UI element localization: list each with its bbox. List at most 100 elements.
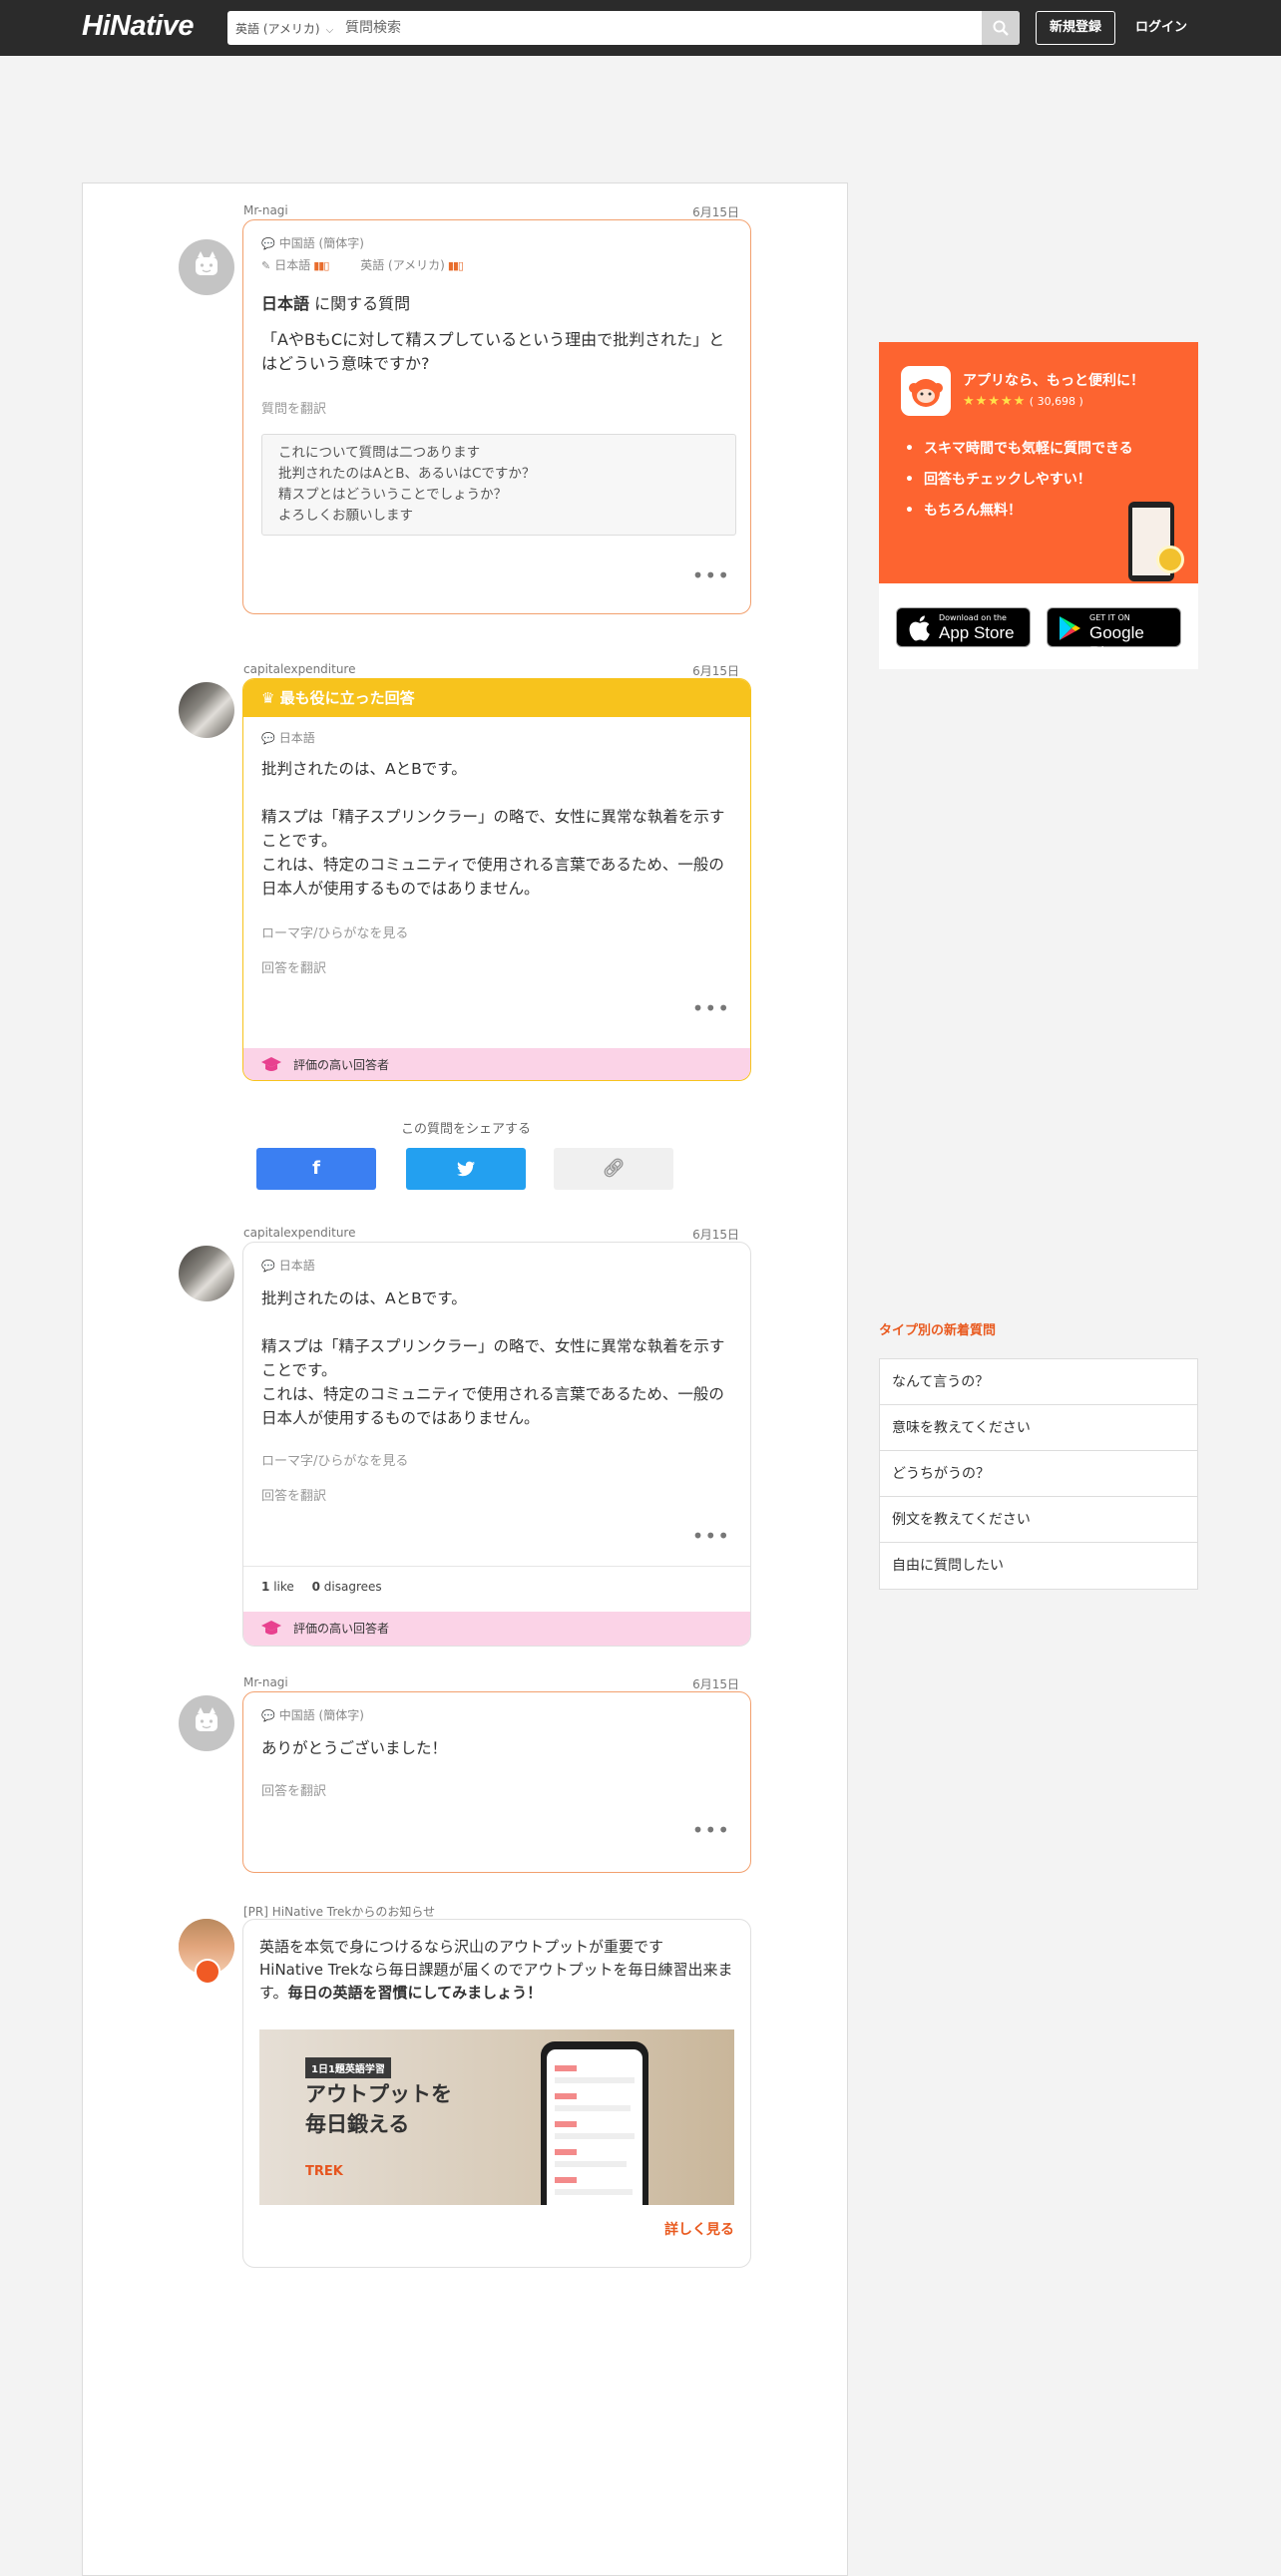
link-icon: 🔗︎ — [602, 1158, 626, 1179]
monkey-icon — [909, 379, 943, 407]
google-play-icon — [1060, 616, 1080, 640]
topic-language[interactable]: 日本語 — [261, 294, 309, 313]
likes-label[interactable]: like — [273, 1580, 294, 1594]
app-icon — [901, 366, 951, 416]
pencil-icon: ✎ — [261, 259, 271, 272]
search-icon — [993, 20, 1009, 36]
post-meta: Mr-nagi 6月15日 — [243, 1675, 739, 1691]
native-language: 💬 中国語 (簡体字) — [261, 236, 364, 250]
question-topic: 日本語 に関する質問 — [261, 294, 411, 313]
answer-text: 批判されたのは、AとBです。 精スプは「精子スプリンクラー」の略で、女性に異常な… — [261, 760, 725, 898]
top-header: HiNative 英語 (アメリカ) ⌵ 新規登録 ログイン — [0, 0, 1281, 56]
question-note: これについて質問は二つあります 批判されたのはAとB、あるいはCですか？ 精スプ… — [261, 434, 736, 536]
cloud-badge-icon — [195, 1959, 220, 1985]
author-name[interactable]: Mr-nagi — [243, 1675, 288, 1689]
translate-question-link[interactable]: 質問を翻訳 — [261, 398, 326, 417]
list-item[interactable]: 例文を教えてください — [880, 1497, 1197, 1543]
default-avatar-icon — [196, 251, 217, 275]
twitter-share-button[interactable] — [406, 1148, 526, 1190]
promo-point: 回答もチェックしやすい！ — [905, 469, 1133, 500]
reply-card: 💬 中国語 (簡体字) ありがとうございました！ 回答を翻訳 ••• — [242, 1691, 751, 1873]
list-item[interactable]: どうちがうの？ — [880, 1451, 1197, 1497]
app-store-links: Download on the App Store GET IT ON Goog… — [879, 583, 1198, 669]
app-promo[interactable]: アプリなら、もっと便利に！ ★★★★★ ( 30,698 ) スキマ時間でも気軽… — [879, 342, 1198, 583]
speech-bubble-icon: 💬 — [261, 1709, 275, 1722]
reply-text: ありがとうございました！ — [261, 1739, 448, 1757]
avatar[interactable] — [179, 1246, 234, 1301]
author-name[interactable]: Mr-nagi — [243, 203, 288, 217]
best-answer-card: ♛ 最も役に立った回答 💬 日本語 批判されたのは、AとBです。 精スプは「精子ス… — [242, 678, 751, 1081]
post-date: 6月15日 — [692, 1228, 739, 1242]
promo-point: スキマ時間でも気軽に質問できる — [905, 438, 1133, 469]
avatar[interactable] — [179, 1919, 234, 1985]
crown-icon: ♛ — [261, 689, 280, 707]
more-options-icon[interactable]: ••• — [692, 1524, 730, 1548]
disagrees-label[interactable]: disagrees — [324, 1580, 382, 1594]
top-answerer-badge: 評価の高い回答者 — [243, 1612, 750, 1646]
translate-answer-link[interactable]: 回答を翻訳 — [261, 957, 326, 976]
new-questions-title: タイプ別の新着質問 — [879, 1323, 997, 1338]
post-date: 6月15日 — [692, 664, 739, 678]
speech-bubble-icon: 💬 — [261, 732, 275, 745]
copy-link-button[interactable]: 🔗︎ — [554, 1148, 673, 1190]
avatar[interactable] — [179, 682, 234, 738]
pr-banner-image[interactable]: 1日1題英語学習 アウトプットを 毎日鍛える TREK — [259, 2029, 734, 2205]
phone-screen — [547, 2049, 642, 2205]
hinative-logo[interactable]: HiNative — [82, 10, 195, 43]
author-name[interactable]: capitalexpenditure — [243, 1226, 356, 1240]
login-link[interactable]: ログイン — [1135, 11, 1187, 45]
more-options-icon[interactable]: ••• — [692, 1818, 730, 1842]
avatar[interactable] — [179, 239, 234, 295]
translate-answer-link[interactable]: 回答を翻訳 — [261, 1485, 326, 1504]
author-name[interactable]: capitalexpenditure — [243, 662, 356, 676]
pr-label: [PR] HiNative Trekからのお知らせ — [243, 1905, 436, 1919]
best-answer-banner: ♛ 最も役に立った回答 — [243, 679, 750, 717]
default-avatar-icon — [196, 1707, 217, 1731]
romaji-link[interactable]: ローマ字/ひらがなを見る — [261, 922, 408, 941]
promo-points: スキマ時間でも気軽に質問できる 回答もチェックしやすい！ もちろん無料！ — [905, 438, 1133, 531]
answer-text: 批判されたのは、AとBです。 精スプは「精子スプリンクラー」の略で、女性に異常な… — [261, 1289, 725, 1427]
more-details-link[interactable]: 詳しく見る — [664, 2219, 734, 2239]
more-options-icon[interactable]: ••• — [692, 996, 730, 1020]
banner-headline: アウトプットを 毎日鍛える — [305, 2082, 452, 2136]
share-label: この質問をシェアする — [400, 1122, 531, 1137]
list-item[interactable]: 自由に質問したい — [880, 1543, 1197, 1589]
trek-logo: TREK — [305, 2164, 343, 2179]
pr-card: 英語を本気で身につけるなら沢山のアウトプットが重要です HiNative Tre… — [242, 1919, 751, 2268]
post-date: 6月15日 — [692, 205, 739, 219]
romaji-link[interactable]: ローマ字/ひらがなを見る — [261, 1450, 408, 1469]
app-store-button[interactable]: Download on the App Store — [896, 607, 1031, 647]
avatar[interactable] — [179, 1695, 234, 1751]
pr-text: 英語を本気で身につけるなら沢山のアウトプットが重要です HiNative Tre… — [259, 1938, 733, 2002]
post-date: 6月15日 — [692, 1677, 739, 1691]
graduation-cap-icon — [261, 1057, 281, 1071]
google-play-button[interactable]: GET IT ON Google Play — [1047, 607, 1181, 662]
list-item[interactable]: なんて言うの？ — [880, 1359, 1197, 1405]
search-bar: 英語 (アメリカ) ⌵ — [227, 11, 1020, 45]
speech-bubble-icon: 💬 — [261, 237, 275, 250]
question-text: 「AやBもCに対して精スプしているという理由で批判された」とはどういう意味ですか… — [261, 330, 725, 373]
banner-tag: 1日1題英語学習 — [305, 2057, 391, 2078]
answer-card: 💬 日本語 批判されたのは、AとBです。 精スプは「精子スプリンクラー」の略で、女… — [242, 1242, 751, 1647]
speech-bubble-icon: 💬 — [261, 1260, 275, 1273]
facebook-share-button[interactable]: f — [256, 1148, 376, 1190]
promo-point: もちろん無料！ — [905, 500, 1133, 531]
answer-language: 💬 日本語 — [261, 1259, 315, 1273]
search-language-label: 英語 (アメリカ) — [235, 22, 320, 36]
rating-stars-icon: ★★★★★ — [963, 394, 1027, 409]
search-input[interactable] — [343, 11, 942, 45]
more-options-icon[interactable]: ••• — [692, 563, 730, 587]
top-answerer-badge: 評価の高い回答者 — [243, 1048, 750, 1080]
divider — [243, 1566, 750, 1567]
signup-button[interactable]: 新規登録 — [1036, 11, 1115, 45]
medal-icon — [1156, 546, 1184, 573]
apple-icon — [909, 615, 930, 641]
search-language-select[interactable]: 英語 (アメリカ) ⌵ — [235, 20, 333, 37]
search-button[interactable] — [982, 11, 1020, 45]
app-rating: ★★★★★ ( 30,698 ) — [963, 394, 1083, 409]
post-meta: capitalexpenditure 6月15日 — [243, 1226, 739, 1242]
study-languages: ✎ 日本語 ▮▮▯ 英語 (アメリカ) ▮▮▯ — [261, 258, 464, 272]
question-card: 💬 中国語 (簡体字) ✎ 日本語 ▮▮▯ 英語 (アメリカ) ▮▮▯ 日本語 に関する… — [242, 219, 751, 614]
translate-answer-link[interactable]: 回答を翻訳 — [261, 1780, 326, 1799]
list-item[interactable]: 意味を教えてください — [880, 1405, 1197, 1451]
